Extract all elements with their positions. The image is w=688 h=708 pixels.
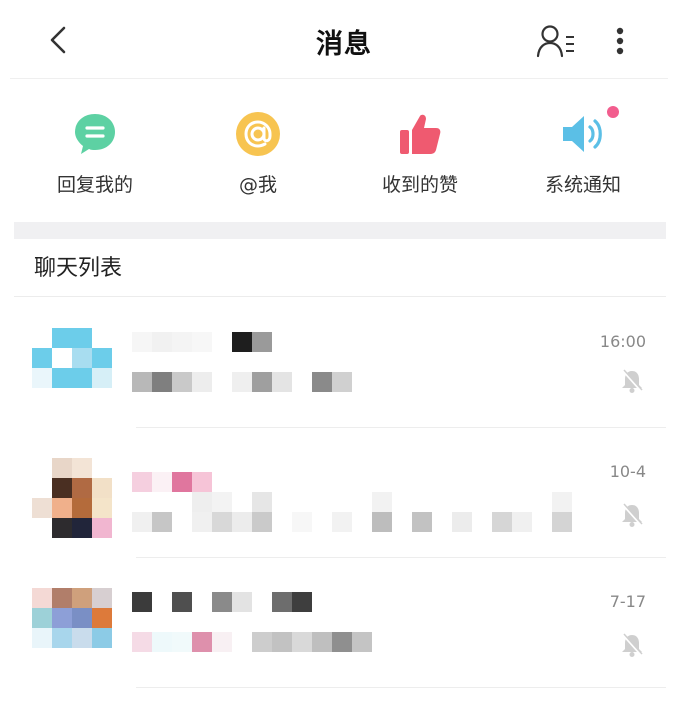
avatar	[32, 328, 112, 408]
quick-actions: 回复我的 @我 收到的赞 系统通知	[0, 96, 688, 216]
quick-received-likes[interactable]: 收到的赞	[340, 96, 500, 206]
avatar	[32, 588, 112, 668]
chat-name-redacted	[132, 332, 272, 352]
bell-muted-icon	[622, 633, 643, 657]
thumbs-up-icon	[400, 114, 441, 154]
page-title: 消息	[316, 29, 372, 60]
section-divider	[14, 296, 666, 297]
quick-system-notice-label: 系统通知	[544, 174, 621, 196]
chat-preview-redacted	[132, 632, 372, 652]
quick-reply-me-label: 回复我的	[56, 174, 133, 196]
bell-muted-icon	[622, 369, 643, 393]
chat-list-item[interactable]: 10-4	[0, 428, 688, 558]
chat-time: 16:00	[599, 332, 646, 351]
speaker-icon	[563, 116, 602, 152]
chat-list-title: 聊天列表	[34, 256, 123, 281]
chat-time: 7-17	[609, 592, 646, 611]
more-vertical-icon[interactable]	[607, 22, 633, 60]
bell-muted-icon	[622, 503, 643, 527]
top-bar: 消息	[0, 0, 688, 80]
quick-at-me[interactable]: @我	[178, 96, 338, 206]
chat-list-item[interactable]: 16:00	[0, 298, 688, 428]
at-sign-icon	[236, 112, 280, 156]
quick-received-likes-label: 收到的赞	[381, 174, 458, 196]
section-separator	[14, 222, 666, 239]
contacts-list-icon[interactable]	[536, 22, 576, 60]
quick-at-me-label: @我	[238, 174, 277, 196]
notification-badge	[607, 106, 619, 118]
chat-name-redacted	[132, 472, 212, 492]
avatar	[32, 458, 112, 538]
chat-name-redacted	[132, 592, 312, 612]
header-divider	[10, 78, 668, 79]
quick-reply-me[interactable]: 回复我的	[15, 96, 175, 206]
row-divider	[136, 687, 666, 688]
chat-preview-redacted	[132, 372, 352, 392]
chat-time: 10-4	[609, 462, 646, 481]
chat-preview-redacted	[132, 492, 572, 532]
reply-bubble-icon	[75, 114, 115, 154]
chat-list-item[interactable]: 7-17	[0, 558, 688, 688]
quick-system-notice[interactable]: 系统通知	[503, 96, 663, 206]
